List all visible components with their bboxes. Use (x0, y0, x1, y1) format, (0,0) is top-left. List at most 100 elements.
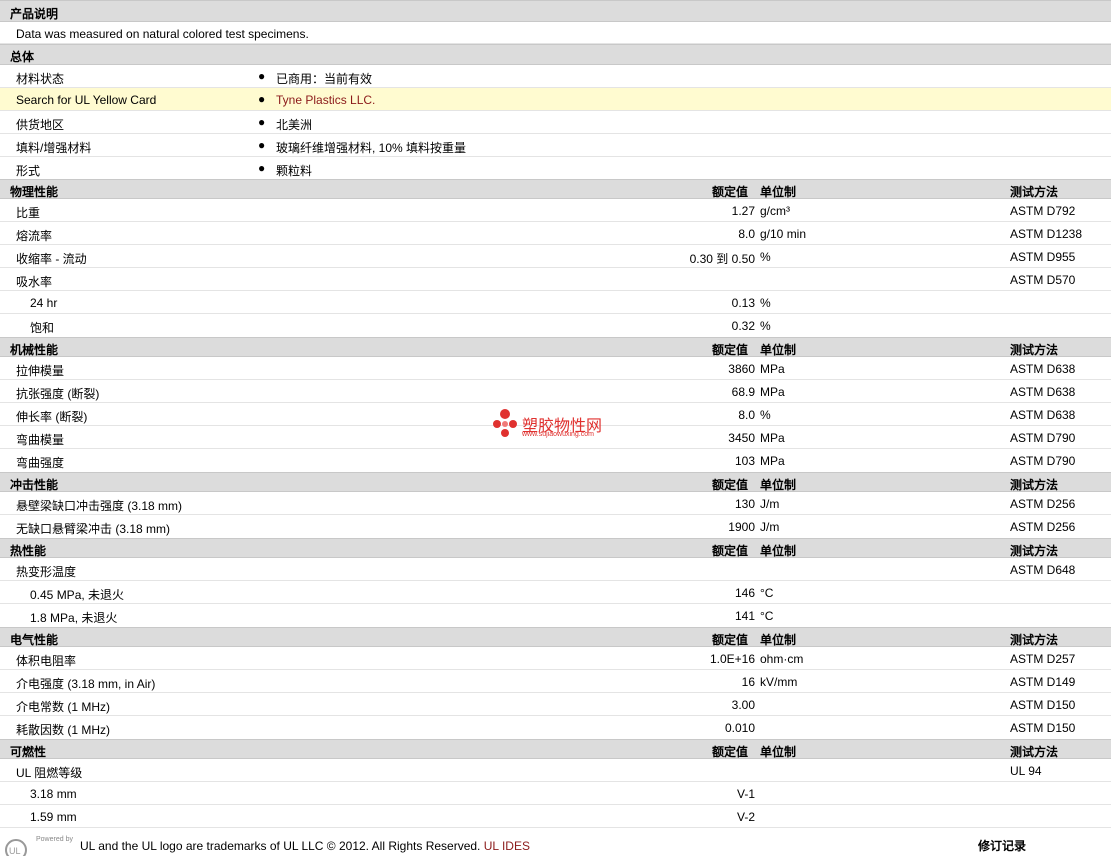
row-value: 玻璃纤维增强材料, 10% 填料按重量 (276, 141, 467, 155)
property-unit: g/cm³ (760, 204, 790, 218)
table-row: 耗散因数 (1 MHz) 0.010 ASTM D150 (0, 716, 1111, 739)
property-value: 0.32 (731, 319, 755, 333)
column-header-unit: 单位制 (760, 185, 797, 199)
property-value: 0.13 (731, 296, 755, 310)
general-row: 材料状态 ● 已商用：当前有效 (0, 65, 1111, 88)
property-label: 无缺口悬臂梁冲击 (3.18 mm) (16, 522, 171, 536)
property-label: 收缩率 - 流动 (16, 252, 87, 266)
property-value: 0.010 (724, 721, 755, 735)
property-value: 0.30 到 0.50 (689, 252, 755, 266)
test-method: ASTM D150 (1010, 721, 1076, 735)
property-label: 拉伸模量 (16, 364, 65, 378)
property-label: 饱和 (30, 321, 55, 335)
property-value: 16 (741, 675, 755, 689)
test-method: ASTM D256 (1010, 497, 1076, 511)
property-value: V-1 (736, 787, 755, 801)
property-value: V-2 (736, 810, 755, 824)
property-label: 熔流率 (16, 229, 53, 243)
section-header-electrical: 电气性能 额定值 单位制 测试方法 (0, 627, 1111, 647)
section-title: 电气性能 (10, 633, 59, 647)
property-label: 吸水率 (16, 275, 53, 289)
property-label: UL 阻燃等级 (16, 766, 83, 780)
general-row: 填料/增强材料 ● 玻璃纤维增强材料, 10% 填料按重量 (0, 134, 1111, 157)
property-value: 8.0 (738, 227, 755, 241)
column-header-value: 额定值 (712, 544, 749, 558)
property-label: 24 hr (30, 296, 58, 310)
supplier-link[interactable]: Tyne Plastics LLC. (276, 93, 375, 107)
property-unit: ohm·cm (760, 652, 804, 666)
bullet-icon: ● (258, 69, 266, 83)
yellow-card-search-link[interactable]: Search for UL Yellow Card (16, 93, 156, 107)
description-text: Data was measured on natural colored tes… (16, 27, 309, 41)
test-method: ASTM D638 (1010, 362, 1076, 376)
section-title: 机械性能 (10, 343, 59, 357)
property-value: 141 (734, 609, 755, 623)
column-header-value: 额定值 (712, 745, 749, 759)
row-label: 形式 (16, 164, 41, 178)
watermark-logo-icon (493, 409, 517, 437)
property-label: 悬壁梁缺口冲击强度 (3.18 mm) (16, 499, 183, 513)
test-method: ASTM D792 (1010, 204, 1076, 218)
column-header-method: 测试方法 (1010, 478, 1059, 492)
general-row: 供货地区 ● 北美洲 (0, 111, 1111, 134)
property-label: 耗散因数 (1 MHz) (16, 723, 110, 737)
row-value: 颗粒料 (276, 164, 313, 178)
test-method: ASTM D257 (1010, 652, 1076, 666)
table-row: 介电强度 (3.18 mm, in Air) 16 kV/mm ASTM D14… (0, 670, 1111, 693)
general-row-yellow-card: Search for UL Yellow Card ● Tyne Plastic… (0, 88, 1111, 111)
property-label: 1.59 mm (30, 810, 77, 824)
column-header-value: 额定值 (712, 478, 749, 492)
bullet-icon: ● (258, 138, 266, 152)
row-value: 北美洲 (276, 118, 313, 132)
table-row: 介电常数 (1 MHz) 3.00 ASTM D150 (0, 693, 1111, 716)
table-row: 比重 1.27 g/cm³ ASTM D792 (0, 199, 1111, 222)
table-row: UL 阻燃等级 UL 94 (0, 759, 1111, 782)
section-header-impact: 冲击性能 额定值 单位制 测试方法 (0, 472, 1111, 492)
property-value: 130 (734, 497, 755, 511)
property-value: 1900 (728, 520, 755, 534)
column-header-unit: 单位制 (760, 478, 797, 492)
revision-history-link[interactable]: 修订记录 (978, 837, 1026, 854)
table-row: 拉伸模量 3860 MPa ASTM D638 (0, 357, 1111, 380)
row-label: 填料/增强材料 (16, 141, 92, 155)
test-method: ASTM D790 (1010, 454, 1076, 468)
table-row: 抗张强度 (断裂) 68.9 MPa ASTM D638 (0, 380, 1111, 403)
ul-logo-icon: UL (5, 839, 27, 856)
svg-text:UL: UL (9, 846, 21, 856)
bullet-icon: ● (258, 92, 266, 106)
section-title: 可燃性 (10, 745, 47, 759)
property-unit: kV/mm (760, 675, 798, 689)
section-header-description: 产品说明 (0, 0, 1111, 22)
section-title: 冲击性能 (10, 478, 59, 492)
table-row: 无缺口悬臂梁冲击 (3.18 mm) 1900 J/m ASTM D256 (0, 515, 1111, 538)
section-header-mechanical: 机械性能 额定值 单位制 测试方法 (0, 337, 1111, 357)
test-method: ASTM D638 (1010, 385, 1076, 399)
row-label: 材料状态 (16, 72, 65, 86)
watermark-url: www.sujiaowuxing.com (522, 431, 594, 438)
property-value: 1.0E+16 (709, 652, 755, 666)
test-method: ASTM D638 (1010, 408, 1076, 422)
property-label: 抗张强度 (断裂) (16, 387, 100, 401)
table-row: 1.8 MPa, 未退火 141 °C (0, 604, 1111, 627)
column-header-value: 额定值 (712, 633, 749, 647)
section-header-physical: 物理性能 额定值 单位制 测试方法 (0, 179, 1111, 199)
property-value: 146 (734, 586, 755, 600)
column-header-value: 额定值 (712, 343, 749, 357)
table-row: 24 hr 0.13 % (0, 291, 1111, 314)
property-label: 弯曲模量 (16, 433, 65, 447)
row-label: 供货地区 (16, 118, 65, 132)
test-method: ASTM D1238 (1010, 227, 1083, 241)
datasheet-page: 产品说明 Data was measured on natural colore… (0, 0, 1111, 856)
column-header-method: 测试方法 (1010, 544, 1059, 558)
property-value: 3450 (728, 431, 755, 445)
property-value: 1.27 (731, 204, 755, 218)
property-unit: % (760, 296, 771, 310)
table-row: 饱和 0.32 % (0, 314, 1111, 337)
property-unit: g/10 min (760, 227, 807, 241)
property-label: 0.45 MPa, 未退火 (30, 588, 125, 602)
table-row: 体积电阻率 1.0E+16 ohm·cm ASTM D257 (0, 647, 1111, 670)
column-header-method: 测试方法 (1010, 745, 1059, 759)
powered-by-text: Powered by (36, 836, 73, 843)
table-row: 熔流率 8.0 g/10 min ASTM D1238 (0, 222, 1111, 245)
table-row: 吸水率 ASTM D570 (0, 268, 1111, 291)
